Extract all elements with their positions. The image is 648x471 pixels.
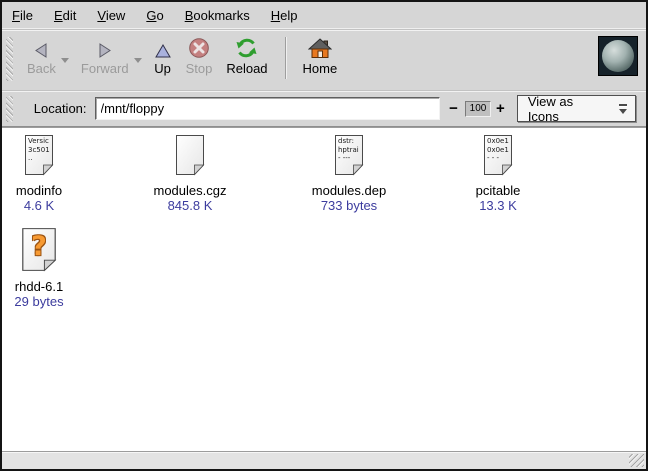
- up-icon: [154, 34, 172, 59]
- back-button[interactable]: Back: [27, 34, 56, 76]
- chevron-down-icon: [60, 58, 70, 64]
- menu-file[interactable]: File: [12, 8, 33, 23]
- forward-button[interactable]: Forward: [81, 34, 129, 76]
- chevron-down-icon: [133, 58, 143, 64]
- question-mark-glyph: ?: [21, 227, 57, 266]
- file-name: rhdd-6.1: [2, 279, 76, 294]
- file-name: modinfo: [2, 183, 76, 198]
- location-input[interactable]: [95, 97, 441, 120]
- location-bar-drag-handle[interactable]: [6, 96, 13, 122]
- stop-icon: [188, 34, 210, 59]
- file-name: modules.cgz: [114, 183, 266, 198]
- throbber: [598, 36, 638, 76]
- file-item[interactable]: Versic3c501.. modinfo 4.6 K: [2, 134, 76, 213]
- view-mode-dropdown[interactable]: View as Icons: [517, 95, 636, 122]
- back-icon: [33, 34, 50, 59]
- back-history-dropdown[interactable]: [60, 51, 70, 69]
- document-icon: [175, 134, 205, 176]
- file-size: 4.6 K: [2, 198, 76, 213]
- forward-history-dropdown[interactable]: [133, 51, 143, 69]
- document-icon: 0x0e10x0e1- - -: [483, 134, 513, 176]
- toolbar: Back Forward Up: [2, 30, 646, 91]
- file-item[interactable]: ? rhdd-6.1 29 bytes: [2, 227, 76, 309]
- document-icon: Versic3c501..: [24, 134, 54, 176]
- menu-edit[interactable]: Edit: [54, 8, 76, 23]
- menu-bar: File Edit View Go Bookmarks Help: [2, 2, 646, 30]
- reload-label: Reload: [226, 62, 267, 76]
- file-item[interactable]: modules.cgz 845.8 K: [114, 134, 266, 213]
- menu-help[interactable]: Help: [271, 8, 298, 23]
- stop-label: Stop: [186, 62, 213, 76]
- file-name: pcitable: [422, 183, 574, 198]
- home-label: Home: [303, 62, 338, 76]
- option-menu-arrow-icon: [616, 102, 630, 116]
- file-size: 733 bytes: [268, 198, 430, 213]
- file-manager-window: File Edit View Go Bookmarks Help Back Fo…: [0, 0, 648, 471]
- view-mode-label: View as Icons: [528, 94, 604, 124]
- forward-label: Forward: [81, 62, 129, 76]
- file-item[interactable]: 0x0e10x0e1- - - pcitable 13.3 K: [422, 134, 574, 213]
- toolbar-separator: [285, 37, 286, 79]
- toolbar-drag-handle[interactable]: [6, 37, 13, 81]
- file-size: 29 bytes: [2, 294, 76, 309]
- file-item[interactable]: dstr: hptrai- --- modules.dep 733 bytes: [268, 134, 430, 213]
- zoom-out-button[interactable]: −: [449, 101, 458, 117]
- up-button[interactable]: Up: [154, 34, 172, 76]
- location-bar: Location: − 100 + View as Icons: [2, 91, 646, 127]
- up-label: Up: [154, 62, 171, 76]
- throbber-sphere-icon: [602, 40, 634, 72]
- zoom-in-button[interactable]: +: [496, 101, 505, 117]
- reload-button[interactable]: Reload: [226, 34, 267, 76]
- document-icon: dstr: hptrai- ---: [334, 134, 364, 176]
- unknown-file-icon: ?: [21, 227, 57, 272]
- forward-icon: [96, 34, 113, 59]
- menu-go[interactable]: Go: [146, 8, 163, 23]
- stop-button[interactable]: Stop: [186, 34, 213, 76]
- zoom-level-indicator[interactable]: 100: [465, 101, 491, 117]
- back-label: Back: [27, 62, 56, 76]
- menu-view[interactable]: View: [97, 8, 125, 23]
- file-view[interactable]: Versic3c501.. modinfo 4.6 K modules.cgz …: [2, 127, 646, 451]
- resize-grip[interactable]: [629, 454, 644, 467]
- file-size: 13.3 K: [422, 198, 574, 213]
- file-size: 845.8 K: [114, 198, 266, 213]
- menu-bookmarks[interactable]: Bookmarks: [185, 8, 250, 23]
- location-label: Location:: [34, 101, 87, 116]
- home-button[interactable]: Home: [303, 34, 338, 76]
- status-bar: [2, 451, 646, 469]
- home-icon: [308, 34, 332, 59]
- reload-icon: [235, 34, 258, 59]
- file-name: modules.dep: [268, 183, 430, 198]
